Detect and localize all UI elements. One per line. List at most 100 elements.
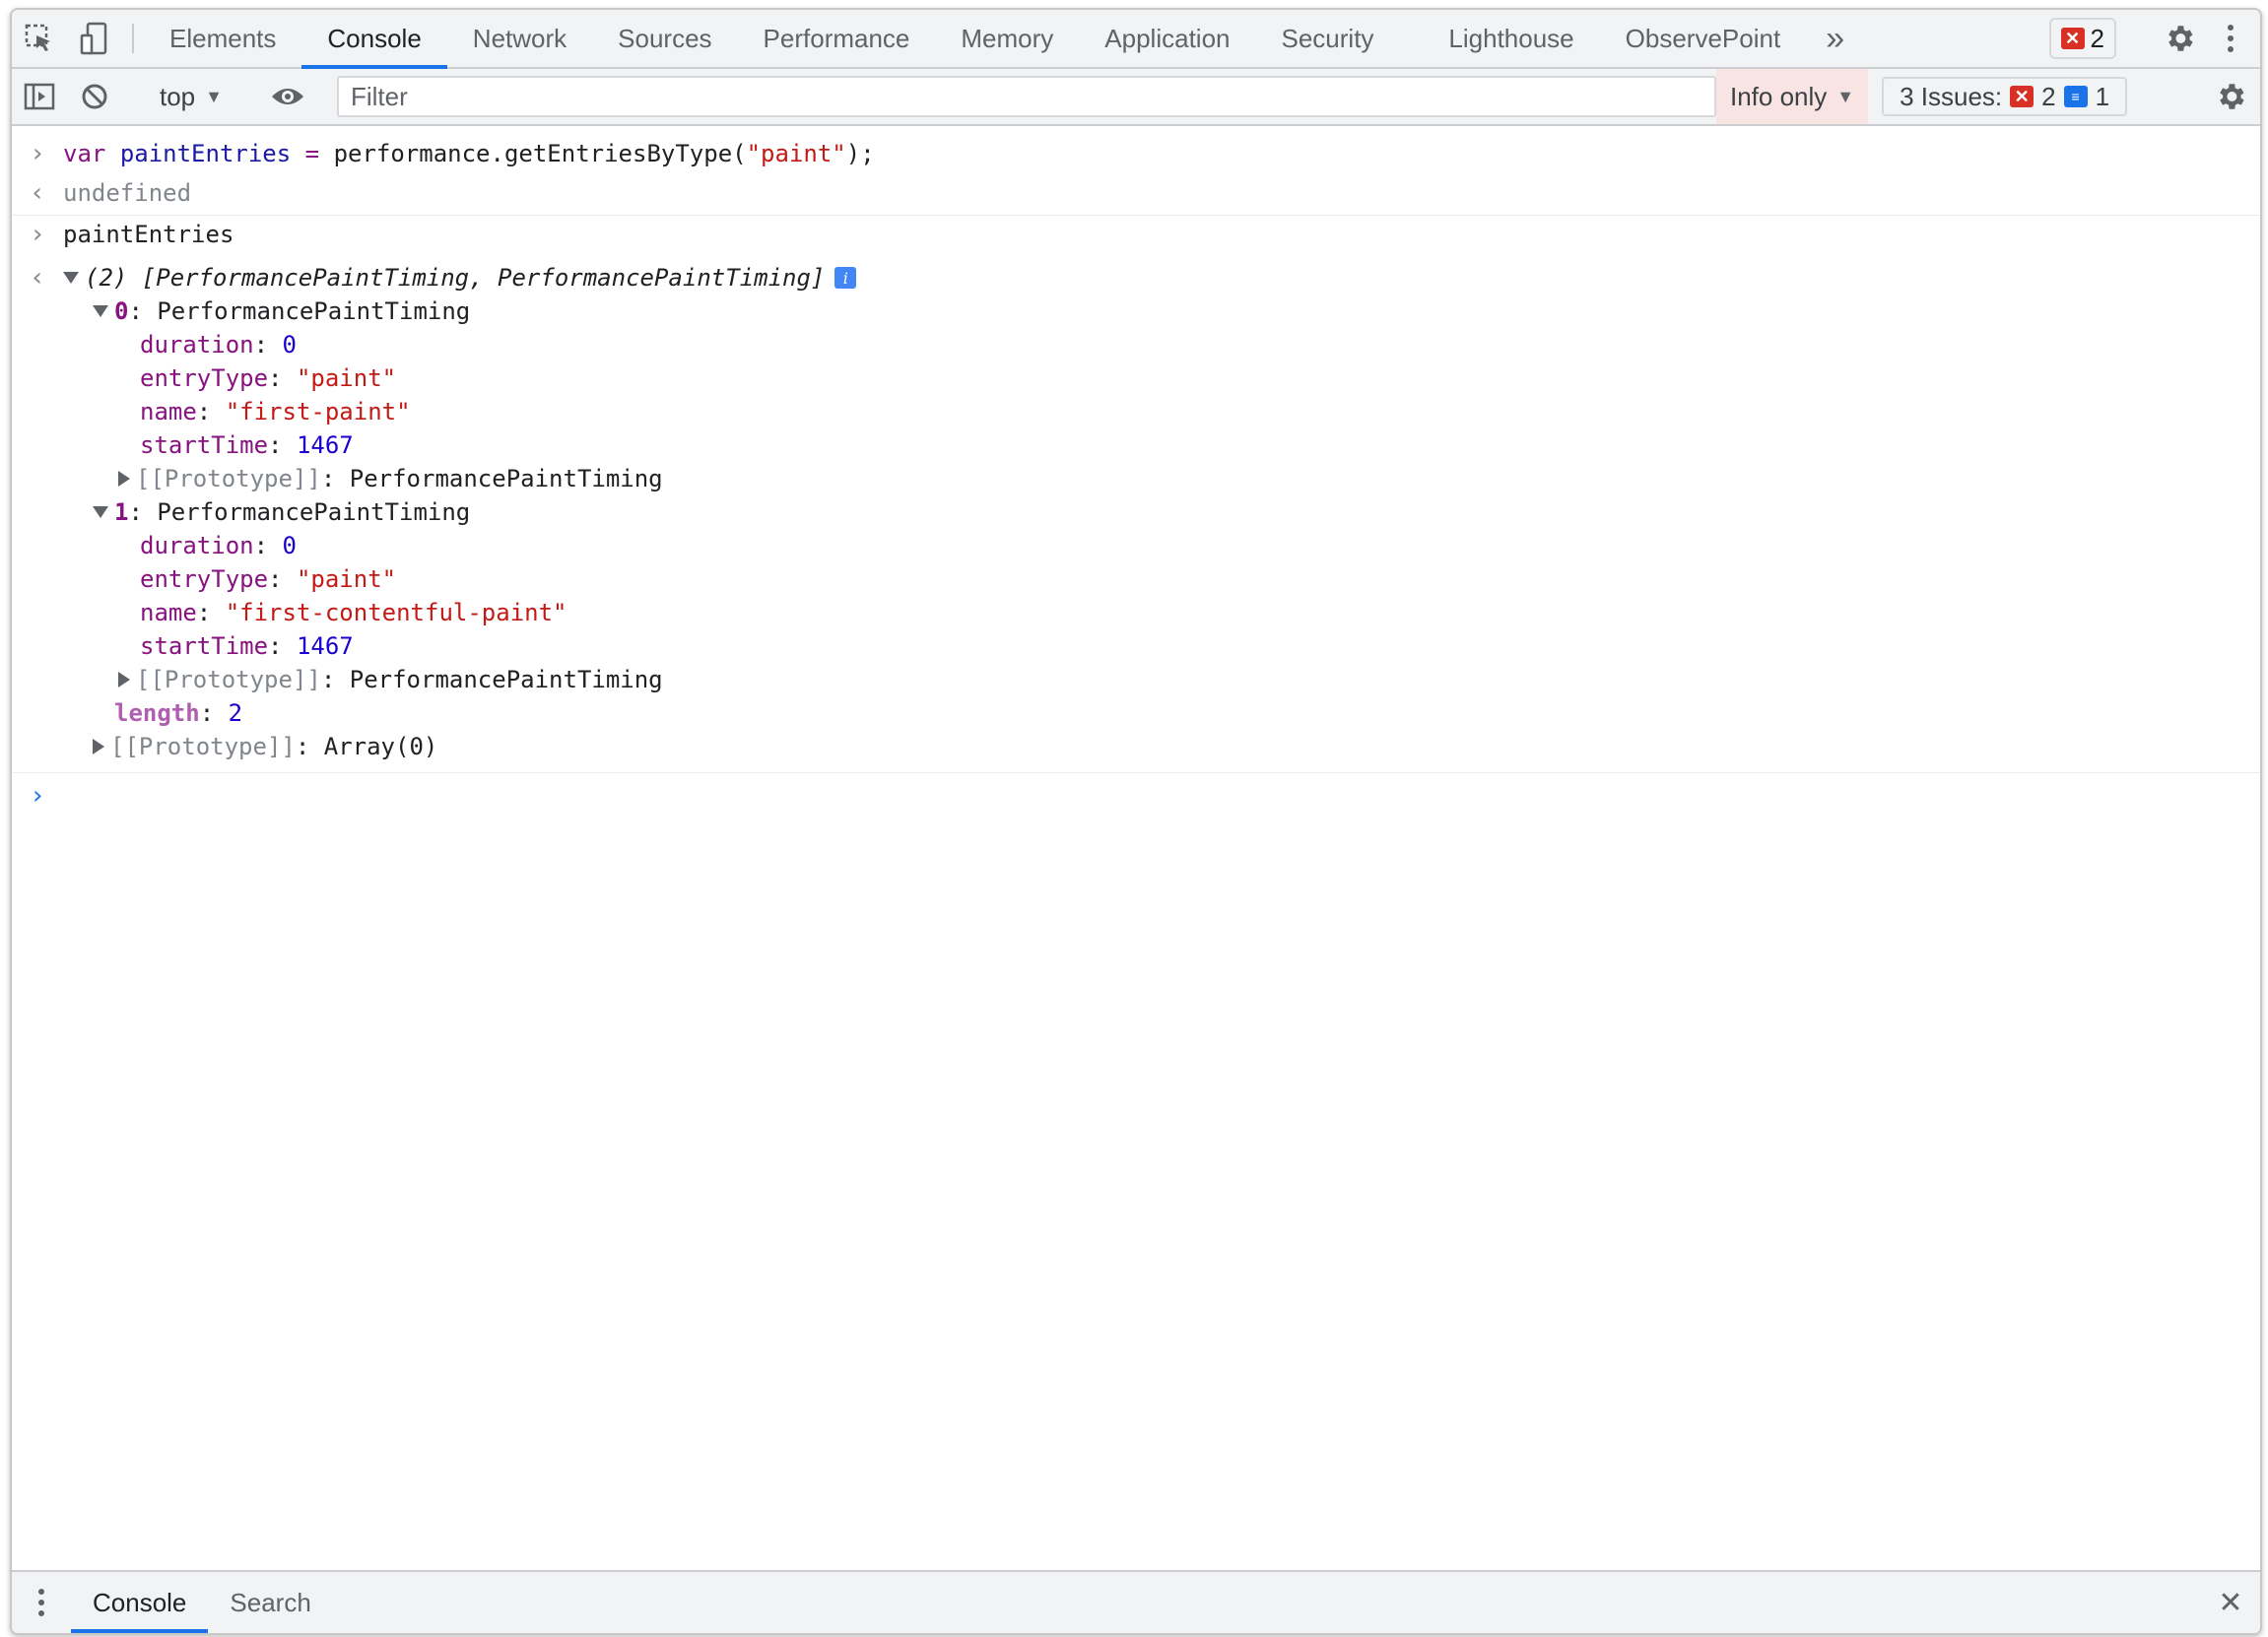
log-levels-label: Info only: [1729, 81, 1828, 111]
tab-elements[interactable]: Elements: [144, 10, 301, 67]
object-type: PerformancePaintTiming: [157, 498, 471, 526]
array-item-0[interactable]: 0: PerformancePaintTiming: [12, 295, 2260, 327]
expand-triangle-icon[interactable]: [93, 305, 108, 317]
console-prompt[interactable]: ›: [12, 780, 2260, 812]
error-icon: ✕: [2010, 86, 2035, 107]
operator: =: [291, 140, 334, 167]
drawer-tab-search[interactable]: Search: [208, 1572, 332, 1633]
result-arrow-icon: ‹: [30, 263, 45, 293]
drawer-tab-console[interactable]: Console: [71, 1572, 209, 1633]
object-type: PerformancePaintTiming: [157, 297, 471, 325]
property-value: "paint": [296, 565, 397, 593]
dropdown-caret-icon: ▼: [1836, 86, 1855, 106]
tab-sources[interactable]: Sources: [592, 10, 737, 67]
property-row: startTime: 1467: [140, 632, 354, 660]
issues-label: 3 Issues:: [1900, 81, 2003, 111]
filter-input[interactable]: Filter: [336, 76, 1716, 117]
tab-application[interactable]: Application: [1079, 10, 1255, 67]
property-key: startTime: [140, 632, 269, 660]
property-row: entryType: "paint": [140, 364, 397, 392]
tab-memory[interactable]: Memory: [935, 10, 1079, 67]
length-row: length: 2: [114, 699, 243, 727]
issues-button[interactable]: 3 Issues: ✕ 2 ≡ 1: [1882, 77, 2128, 116]
device-toolbar-icon[interactable]: [67, 10, 122, 67]
property-row: name: "first-contentful-paint": [140, 599, 567, 626]
property-value: 0: [282, 331, 297, 359]
console-input-entry: › paintEntries: [12, 219, 2260, 250]
divider: [132, 24, 134, 53]
property-key: startTime: [140, 431, 269, 459]
variable-name: paintEntries: [119, 140, 292, 167]
live-expression-eye-icon[interactable]: [260, 85, 315, 108]
tab-observepoint[interactable]: ObservePoint: [1600, 10, 1807, 67]
property-value: Array(0): [323, 733, 438, 760]
property-key: name: [140, 398, 197, 426]
more-options-kebab-icon[interactable]: [2211, 24, 2250, 53]
property-row: name: "first-paint": [140, 398, 411, 426]
tab-lighthouse[interactable]: Lighthouse: [1399, 10, 1599, 67]
prototype-row[interactable]: [[Prototype]]: PerformancePaintTiming: [12, 463, 2260, 494]
property-value: 2: [228, 699, 243, 727]
error-icon: ✕: [2060, 28, 2085, 49]
expand-triangle-icon[interactable]: [118, 672, 130, 688]
context-selector[interactable]: top ▼: [144, 82, 238, 112]
expand-triangle-icon[interactable]: [118, 471, 130, 487]
info-icon[interactable]: i: [834, 267, 857, 289]
issues-error-count: 2: [2041, 81, 2056, 111]
show-sidebar-icon[interactable]: [12, 83, 67, 110]
tab-network[interactable]: Network: [447, 10, 592, 67]
clear-console-icon[interactable]: [67, 82, 122, 111]
property-value: 1467: [296, 431, 354, 459]
more-tabs-chevron-icon[interactable]: »: [1806, 10, 1864, 67]
prototype-row[interactable]: [[Prototype]]: Array(0): [12, 731, 2260, 762]
main-tab-bar: Elements Console Network Sources Perform…: [12, 10, 2260, 69]
result-arrow-icon: ‹: [30, 178, 45, 208]
console-toolbar: top ▼ Filter Info only ▼ 3 Issues: ✕ 2 ≡…: [12, 69, 2260, 126]
issues-message-count: 1: [2095, 81, 2110, 111]
property-key: entryType: [140, 565, 269, 593]
property-row: entryType: "paint": [140, 565, 397, 593]
property-value: 1467: [296, 632, 354, 660]
tab-security[interactable]: Security: [1256, 10, 1400, 67]
settings-gear-icon[interactable]: [2158, 22, 2201, 55]
property-key: [[Prototype]]: [136, 666, 321, 693]
prototype-row[interactable]: [[Prototype]]: PerformancePaintTiming: [12, 664, 2260, 695]
property-key: entryType: [140, 364, 269, 392]
string-argument: "paint": [746, 140, 846, 167]
console-result-entry: ‹ undefined: [12, 177, 2260, 209]
property-key: [[Prototype]]: [136, 465, 321, 492]
input-chevron-icon: ›: [30, 220, 45, 249]
input-chevron-icon: ›: [30, 139, 45, 168]
property-row: duration: 0: [140, 331, 297, 359]
expand-triangle-icon[interactable]: [63, 272, 79, 284]
dropdown-caret-icon: ▼: [205, 86, 223, 106]
array-preview: (2) [PerformancePaintTiming, Performance…: [85, 264, 826, 292]
property-key: [[Prototype]]: [110, 733, 296, 760]
array-index: 1: [114, 498, 129, 526]
property-key: duration: [140, 532, 254, 559]
drawer-tab-bar: Console Search ✕: [12, 1570, 2260, 1633]
property-key: duration: [140, 331, 254, 359]
expand-triangle-icon[interactable]: [93, 506, 108, 518]
property-key: length: [114, 699, 200, 727]
inspect-element-icon[interactable]: [12, 10, 67, 67]
console-settings-gear-icon[interactable]: [2201, 80, 2260, 113]
filter-placeholder: Filter: [350, 81, 408, 111]
statement-end: );: [845, 140, 875, 167]
tab-console[interactable]: Console: [301, 10, 448, 69]
array-item-1[interactable]: 1: PerformancePaintTiming: [12, 496, 2260, 528]
expand-triangle-icon[interactable]: [93, 739, 104, 754]
error-count-badge[interactable]: ✕ 2: [2048, 18, 2116, 59]
input-expression: paintEntries: [63, 221, 234, 248]
drawer-menu-kebab-icon[interactable]: [12, 1572, 71, 1633]
array-result-summary[interactable]: ‹ (2) [PerformancePaintTiming, Performan…: [12, 262, 2260, 294]
console-output[interactable]: › var paintEntries = performance.getEntr…: [12, 126, 2260, 1570]
tab-performance[interactable]: Performance: [738, 10, 936, 67]
divider: [12, 772, 2260, 773]
close-drawer-icon[interactable]: ✕: [2201, 1572, 2260, 1633]
property-value: "first-paint": [225, 398, 411, 426]
property-value: PerformancePaintTiming: [349, 465, 663, 492]
log-levels-dropdown[interactable]: Info only ▼: [1715, 69, 1869, 124]
array-index: 0: [114, 297, 129, 325]
property-value: "paint": [296, 364, 397, 392]
